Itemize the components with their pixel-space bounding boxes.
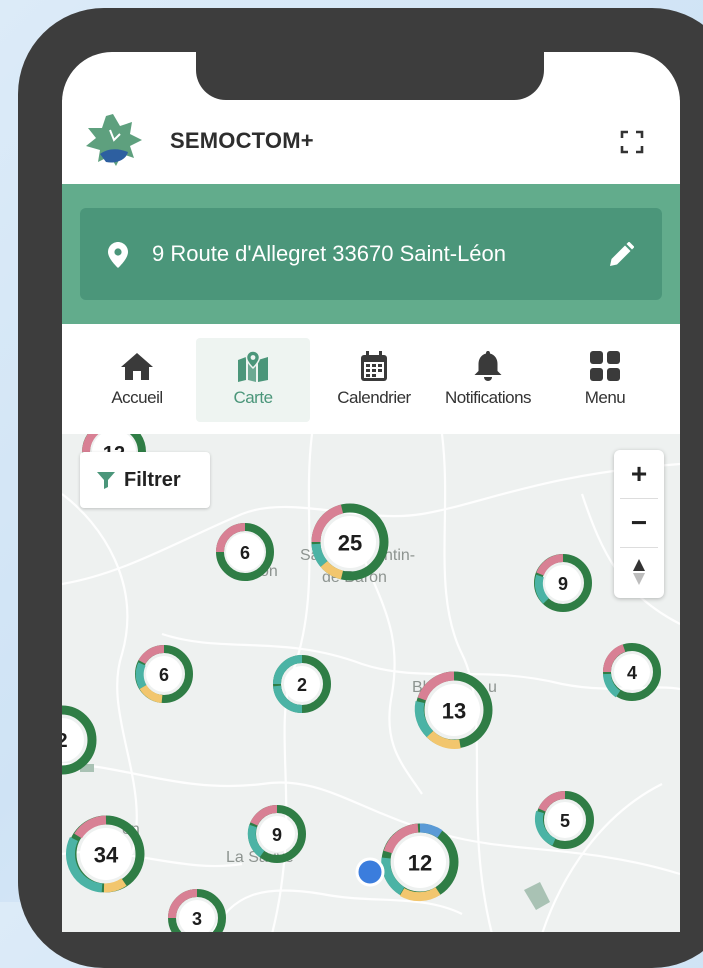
map-view[interactable]: on Sa ntin- de Baron Bl u on La Sauve 12	[62, 434, 680, 932]
phone-notch	[196, 52, 544, 100]
cluster-marker[interactable]: 3	[168, 889, 226, 932]
cluster-layer: 12 6 25	[62, 434, 661, 932]
cluster-count: 2	[62, 730, 68, 752]
tab-carte[interactable]: Carte	[196, 338, 310, 422]
cluster-count: 4	[627, 663, 637, 683]
compass-icon	[633, 559, 645, 585]
cluster-marker[interactable]: 13	[414, 671, 493, 749]
cluster-marker[interactable]: 12	[381, 823, 459, 902]
cluster-marker[interactable]: 6	[135, 644, 193, 703]
cluster-count: 12	[408, 851, 432, 876]
home-icon	[121, 353, 153, 380]
funnel-icon	[97, 472, 115, 489]
location-pin-icon	[108, 242, 128, 268]
app-header: SEMOCTOM+	[62, 100, 680, 184]
cluster-marker[interactable]: 6	[216, 523, 274, 581]
tab-notifications[interactable]: Notifications	[434, 338, 542, 422]
tab-label: Carte	[233, 388, 273, 407]
filter-button[interactable]: Filtrer	[80, 452, 210, 508]
bottom-nav-tabs: Accueil Carte Calendrier Notifications M…	[62, 324, 680, 434]
address-band: 9 Route d'Allegret 33670 Saint-Léon	[62, 184, 680, 324]
cluster-marker[interactable]: 9	[534, 554, 592, 612]
cluster-count: 9	[558, 574, 568, 594]
address-selector[interactable]: 9 Route d'Allegret 33670 Saint-Léon	[80, 208, 662, 300]
map-icon	[238, 350, 268, 382]
tab-label: Menu	[584, 388, 626, 407]
cluster-count: 25	[338, 531, 362, 556]
pencil-icon[interactable]	[608, 242, 634, 268]
tab-accueil[interactable]: Accueil	[82, 338, 192, 422]
tab-label: Accueil	[111, 388, 163, 407]
zoom-in-button[interactable]: +	[614, 450, 664, 498]
cluster-count: 34	[94, 843, 119, 868]
zoom-out-button[interactable]: −	[614, 499, 664, 547]
fullscreen-icon[interactable]	[620, 130, 644, 154]
map-canvas: on Sa ntin- de Baron Bl u on La Sauve 12	[62, 434, 680, 932]
cluster-marker[interactable]: 9	[247, 804, 306, 863]
address-text: 9 Route d'Allegret 33670 Saint-Léon	[152, 241, 507, 266]
cluster-marker[interactable]: 2	[273, 655, 331, 714]
vine-leaf-logo	[86, 114, 142, 166]
bell-icon	[474, 351, 502, 381]
cluster-count: 2	[297, 675, 307, 695]
place-label: u	[488, 679, 497, 696]
app-screen: SEMOCTOM+ 9 Route d'Allegret 33670 Saint…	[62, 52, 680, 932]
place-label: ntin-	[384, 547, 415, 564]
cluster-count: 5	[560, 811, 570, 831]
tab-calendrier[interactable]: Calendrier	[320, 338, 428, 422]
app-title: SEMOCTOM+	[170, 128, 314, 153]
cluster-marker[interactable]: 4	[602, 643, 661, 701]
user-location-dot	[355, 857, 385, 887]
tab-label: Notifications	[444, 388, 532, 407]
tab-label: Calendrier	[337, 388, 411, 407]
cluster-marker[interactable]: 5	[534, 790, 594, 849]
grid-icon	[590, 351, 620, 381]
cluster-marker[interactable]: 2	[62, 705, 97, 775]
cluster-count: 6	[240, 543, 250, 563]
cluster-count: 3	[192, 909, 202, 929]
calendar-icon	[361, 351, 387, 381]
tab-menu[interactable]: Menu	[558, 338, 652, 422]
map-zoom-control: + −	[614, 450, 664, 598]
cluster-marker[interactable]: 34	[65, 815, 145, 893]
cluster-count: 13	[442, 699, 466, 724]
map-feature	[524, 882, 550, 910]
filter-label: Filtrer	[124, 468, 181, 491]
cluster-count: 6	[159, 665, 169, 685]
reset-north-button[interactable]	[614, 548, 664, 596]
cluster-count: 9	[272, 825, 282, 845]
cluster-marker[interactable]: 25	[311, 503, 389, 581]
